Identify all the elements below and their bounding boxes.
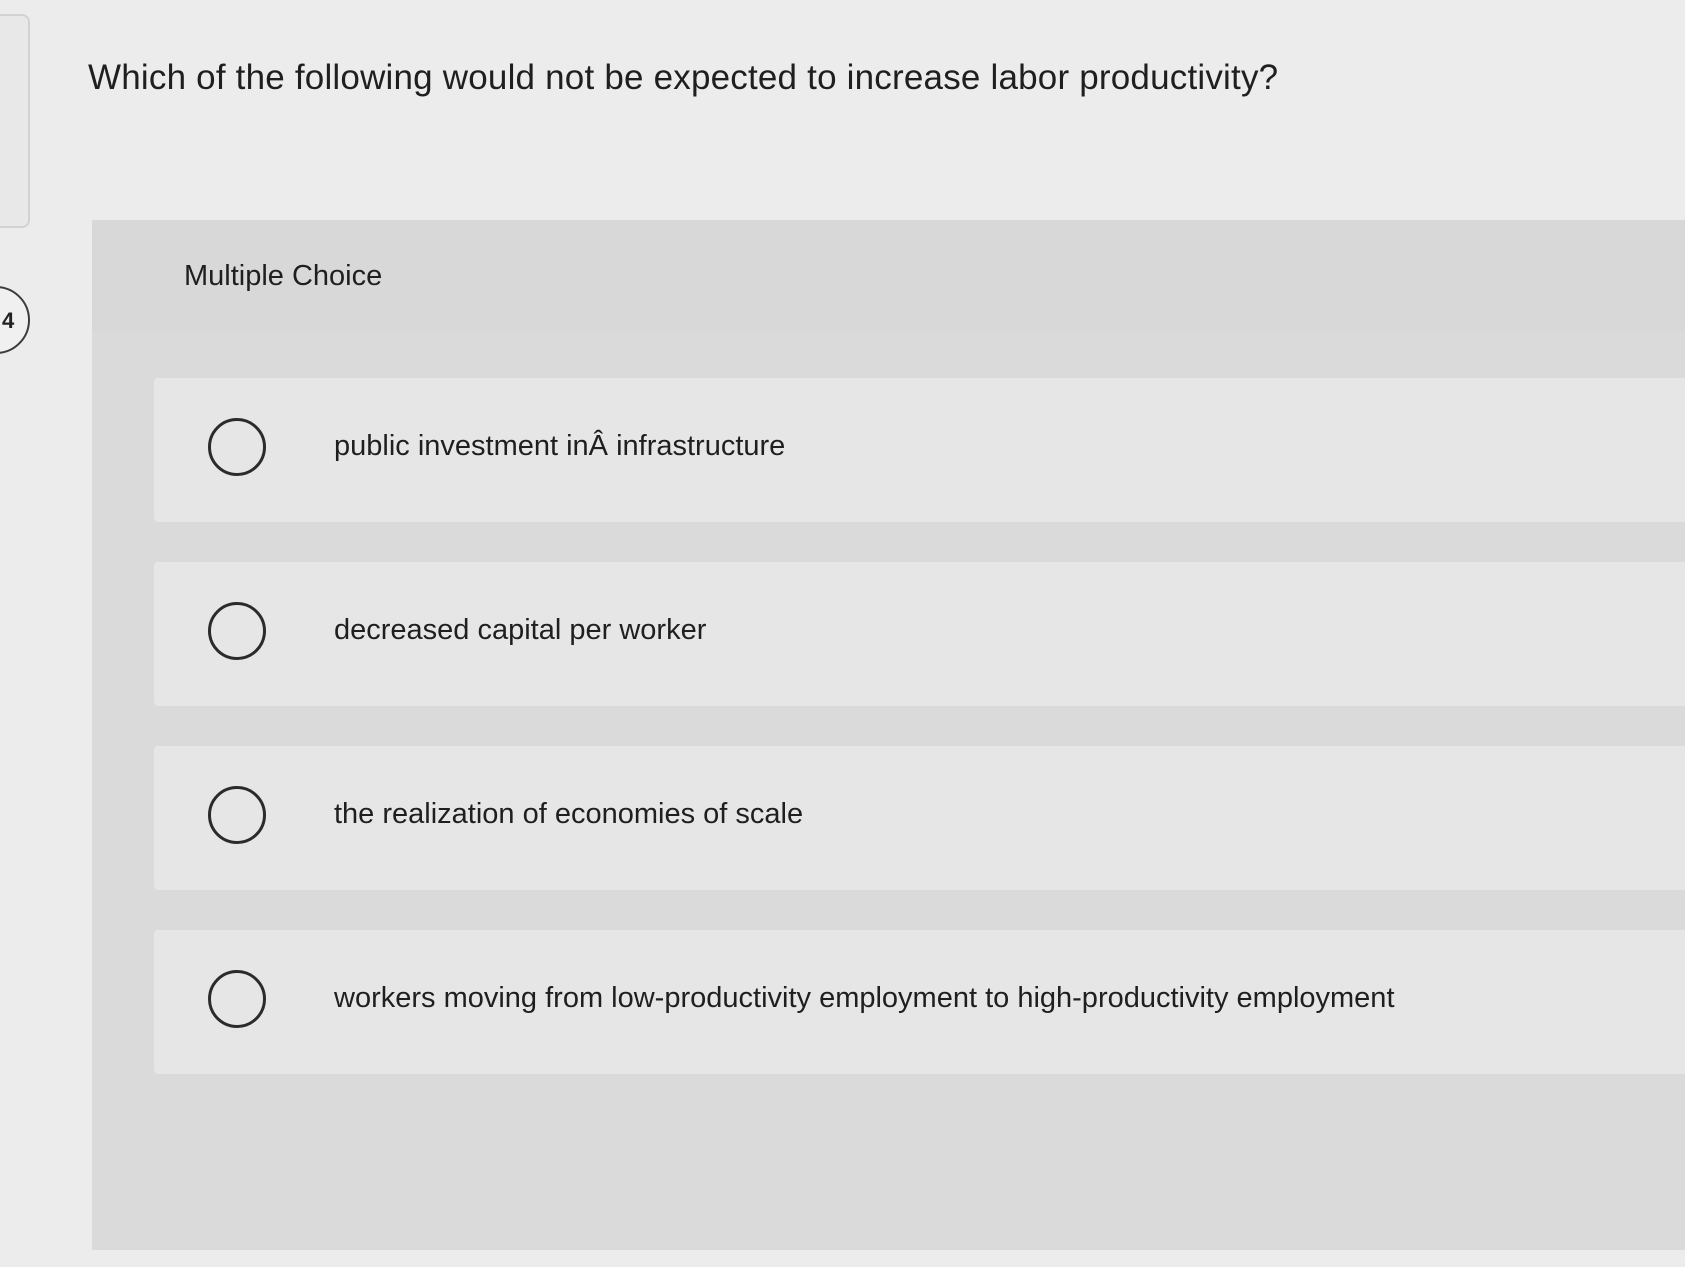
question-title: Which of the following would not be expe… [88,58,1279,97]
choice-label: public investment inÂ infrastructure [334,430,786,462]
choice-label: the realization of economies of scale [334,798,804,830]
choice-option[interactable]: the realization of economies of scale [154,746,1685,890]
multiple-choice-label: Multiple Choice [184,260,383,292]
answer-panel-header: Multiple Choice [92,220,1685,332]
choice-label: workers moving from low-productivity emp… [334,982,1395,1014]
choice-label: decreased capital per worker [334,614,707,646]
choice-option[interactable]: workers moving from low-productivity emp… [154,930,1685,1074]
radio-button[interactable] [208,418,266,476]
question-number-badge: 4 [0,286,30,354]
choice-option[interactable]: decreased capital per worker [154,562,1685,706]
answer-panel: Multiple Choice public investment inÂ in… [92,220,1685,1250]
side-tab [0,14,30,228]
radio-button[interactable] [208,602,266,660]
question-number: 4 [2,308,15,333]
radio-button[interactable] [208,786,266,844]
radio-button[interactable] [208,970,266,1028]
choice-option[interactable]: public investment inÂ infrastructure [154,378,1685,522]
